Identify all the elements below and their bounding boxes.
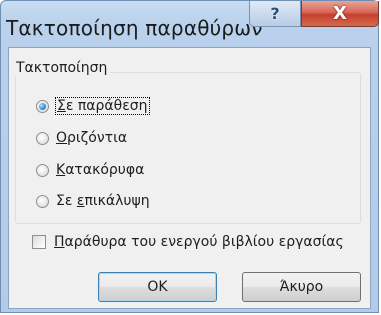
radio-vertical-label: Κατακόρυφα [56, 162, 145, 178]
cancel-button[interactable]: Άκυρο [242, 272, 361, 302]
active-workbook-checkbox[interactable] [32, 235, 46, 249]
close-icon: X [333, 3, 347, 24]
radio-dot [39, 102, 46, 110]
radio-vertical[interactable]: Κατακόρυφα [36, 159, 144, 181]
radio-button[interactable] [36, 131, 49, 145]
arrange-group-legend: Τακτοποίηση [13, 60, 111, 76]
radio-button[interactable] [36, 163, 49, 177]
radio-cascade-label: Σε επικάλυψη [56, 193, 150, 209]
dialog-title: Τακτοποίηση παραθύρων [6, 16, 263, 40]
radio-button[interactable] [36, 194, 49, 208]
radio-horizontal[interactable]: Οριζόντια [36, 127, 127, 149]
radio-tiled[interactable]: Σε παράθεση [36, 95, 150, 117]
help-icon: ? [270, 4, 280, 23]
ok-button[interactable]: ΟΚ [98, 272, 217, 302]
radio-cascade[interactable]: Σε επικάλυψη [36, 190, 150, 212]
radio-tiled-label: Σε παράθεση [55, 97, 150, 115]
radio-button-selected[interactable] [36, 99, 49, 113]
dialog-client-area: Τακτοποίηση Σε παράθεση Οριζόντια Κατακό… [8, 47, 371, 309]
arrange-windows-dialog: Τακτοποίηση παραθύρων ? X Τακτοποίηση Σε… [0, 0, 379, 313]
close-button[interactable]: X [301, 1, 379, 27]
active-workbook-checkbox-label: Παράθυρα του ενεργού βιβλίου εργασίας [54, 234, 344, 250]
title-bar[interactable]: Τακτοποίηση παραθύρων ? X [1, 1, 380, 45]
active-workbook-checkbox-row[interactable]: Παράθυρα του ενεργού βιβλίου εργασίας [32, 234, 344, 250]
help-button[interactable]: ? [249, 1, 301, 27]
radio-horizontal-label: Οριζόντια [56, 130, 128, 146]
